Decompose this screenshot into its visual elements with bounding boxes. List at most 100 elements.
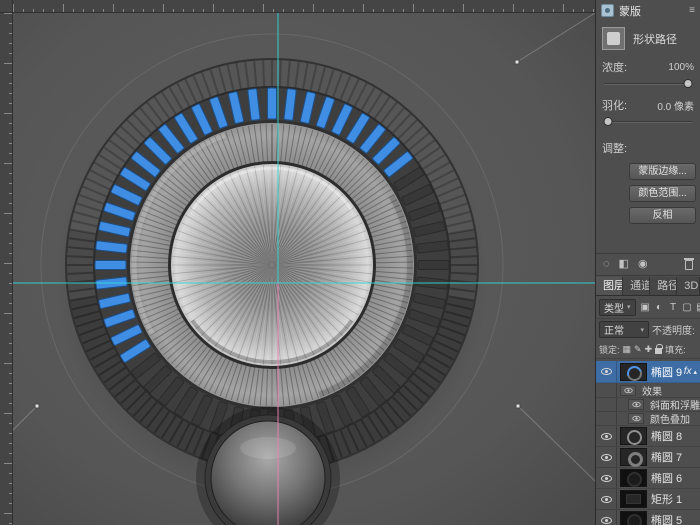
layer-visibility-toggle[interactable] — [596, 468, 617, 488]
layer-row[interactable]: 椭圆 6 — [596, 468, 700, 489]
feather-value[interactable]: 0.0 像素 — [657, 98, 694, 113]
lock-pixels-icon[interactable]: ✎ — [634, 344, 642, 355]
layer-name[interactable]: 椭圆 8 — [651, 428, 682, 444]
ruler-tick — [153, 9, 154, 12]
effect-visibility-toggle[interactable] — [620, 385, 636, 396]
feather-slider-knob[interactable] — [603, 117, 612, 126]
load-selection-from-mask-icon[interactable]: ◌ — [603, 259, 610, 270]
lock-all-icon[interactable] — [655, 348, 662, 354]
ruler-tick — [73, 9, 74, 12]
ruler-corner[interactable] — [0, 0, 13, 13]
eye-icon — [632, 402, 640, 407]
feather-slider[interactable] — [604, 116, 692, 128]
layer-row[interactable]: 颜色叠加 — [596, 412, 700, 426]
layer-filter-icons: ▣◐T▢▤ — [639, 302, 700, 313]
color-range-button[interactable]: 颜色范围... — [629, 185, 696, 202]
layer-visibility-toggle[interactable] — [596, 447, 617, 467]
eye-icon — [601, 496, 612, 503]
vector-mask-thumbnail[interactable] — [602, 27, 625, 50]
delete-mask-icon[interactable] — [685, 260, 693, 270]
disable-mask-icon[interactable]: ◉ — [638, 259, 648, 270]
ruler-horizontal[interactable] — [13, 0, 595, 13]
tab-channels[interactable]: 通道 — [623, 277, 650, 295]
tab-layers[interactable]: 图层 — [596, 277, 623, 295]
filter-pixel-layers-icon[interactable]: ▣ — [639, 302, 652, 313]
layer-row[interactable]: 矩形 1 — [596, 489, 700, 510]
masks-panel-title: 蒙版 — [619, 3, 641, 19]
density-slider-knob[interactable] — [684, 79, 693, 88]
layer-visibility-toggle[interactable] — [596, 489, 617, 509]
blend-mode-dropdown[interactable]: 正常 ▾ — [599, 321, 649, 338]
ruler-tick — [563, 4, 564, 12]
layer-row[interactable]: 斜面和浮雕 — [596, 398, 700, 412]
filter-smart-objects-icon[interactable]: ▤ — [695, 302, 700, 313]
tab-paths[interactable]: 路径 — [650, 277, 677, 295]
document-canvas[interactable] — [13, 13, 595, 525]
layer-visibility-toggle[interactable] — [596, 426, 617, 446]
ruler-tick — [53, 9, 54, 12]
layer-thumbnail[interactable] — [621, 470, 646, 486]
filter-adjustment-layers-icon[interactable]: ◐ — [653, 302, 666, 313]
ruler-tick — [9, 83, 12, 84]
ruler-vertical[interactable] — [0, 13, 13, 525]
mask-edge-button[interactable]: 蒙版边缘... — [629, 163, 696, 180]
layer-row[interactable]: 效果 — [596, 383, 700, 398]
masks-panel-footer: ◌ ◧ ◉ — [596, 253, 700, 275]
ruler-tick — [9, 433, 12, 434]
layer-visibility-toggle[interactable] — [596, 398, 617, 411]
layer-row[interactable]: 椭圆 9fx▴ — [596, 361, 700, 383]
density-value[interactable]: 100% — [668, 62, 694, 73]
layer-filter-label: 类型 — [604, 300, 624, 315]
layer-effects-badge[interactable]: fx▴ — [684, 366, 697, 377]
ruler-tick — [9, 523, 12, 524]
layer-name[interactable]: 椭圆 6 — [651, 470, 682, 486]
lock-transparency-icon[interactable]: ▦ — [623, 344, 632, 355]
ruler-tick — [333, 9, 334, 12]
filter-type-layers-icon[interactable]: T — [667, 302, 680, 313]
layer-visibility-toggle[interactable] — [596, 383, 617, 397]
layer-name[interactable]: 椭圆 7 — [651, 449, 682, 465]
ruler-tick — [473, 9, 474, 12]
layer-name[interactable]: 椭圆 9 — [651, 364, 682, 380]
fill-label: 填充: — [665, 343, 686, 356]
layer-name[interactable]: 斜面和浮雕 — [650, 397, 700, 412]
effect-visibility-toggle[interactable] — [628, 413, 644, 424]
layer-name[interactable]: 效果 — [642, 383, 662, 398]
layer-name[interactable]: 椭圆 5 — [651, 512, 682, 525]
ruler-tick — [363, 4, 364, 12]
effect-visibility-toggle[interactable] — [628, 399, 644, 410]
eye-icon — [601, 368, 612, 375]
layer-visibility-toggle[interactable] — [596, 510, 617, 525]
layer-visibility-toggle[interactable] — [596, 361, 617, 382]
right-panel: 蒙版 ≡ 形状路径 浓度: 100% 羽化: 0.0 像素 调整: 蒙版边缘..… — [595, 0, 700, 525]
layer-thumbnail[interactable] — [621, 491, 646, 507]
ruler-tick — [83, 9, 84, 12]
panel-menu-icon[interactable]: ≡ — [689, 5, 695, 16]
layer-thumbnail[interactable] — [621, 364, 646, 380]
layer-row[interactable]: 椭圆 8 — [596, 426, 700, 447]
lock-position-icon[interactable]: ✚ — [645, 344, 653, 355]
layer-row[interactable]: 椭圆 7 — [596, 447, 700, 468]
apply-mask-icon[interactable]: ◧ — [619, 259, 629, 270]
layer-thumbnail[interactable] — [621, 449, 646, 465]
lock-label: 锁定: — [599, 343, 620, 356]
eye-icon — [601, 475, 612, 482]
filter-shape-layers-icon[interactable]: ▢ — [681, 302, 694, 313]
layer-thumbnail[interactable] — [621, 428, 646, 444]
ruler-tick — [443, 9, 444, 12]
layer-thumbnail[interactable] — [621, 512, 646, 525]
collapse-effects-icon[interactable]: ▴ — [693, 368, 697, 376]
layer-name[interactable]: 矩形 1 — [651, 491, 682, 507]
canvas-area[interactable] — [0, 0, 595, 525]
layer-name[interactable]: 颜色叠加 — [650, 411, 690, 426]
ruler-tick — [143, 9, 144, 12]
ruler-tick — [493, 9, 494, 12]
layer-filter-dropdown[interactable]: 类型 ▾ — [599, 299, 636, 316]
ruler-tick — [9, 373, 12, 374]
invert-button[interactable]: 反相 — [629, 207, 696, 224]
tab-3d[interactable]: 3D — [677, 277, 700, 295]
density-slider[interactable] — [604, 78, 692, 90]
layer-row[interactable]: 椭圆 5 — [596, 510, 700, 525]
layer-visibility-toggle[interactable] — [596, 412, 617, 425]
ruler-tick — [163, 4, 164, 12]
